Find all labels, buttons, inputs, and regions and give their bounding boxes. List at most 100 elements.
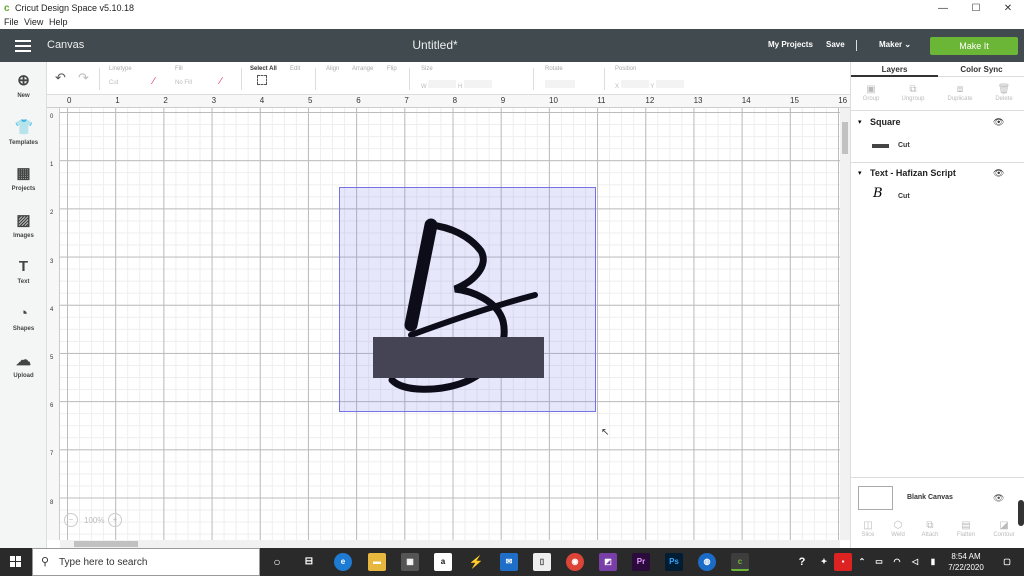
- ungroup-button[interactable]: ⧉ Ungroup: [898, 84, 928, 102]
- attach-button[interactable]: ⧉ Attach: [915, 520, 945, 538]
- menu-view[interactable]: View: [24, 17, 43, 27]
- mail-icon[interactable]: ✉: [500, 553, 518, 571]
- minimize-button[interactable]: —: [928, 1, 958, 16]
- sidebar-item-shapes[interactable]: ◔ Shapes: [0, 305, 47, 332]
- blank-canvas-label: Blank Canvas: [907, 494, 953, 501]
- vertical-scrollbar[interactable]: [840, 108, 850, 540]
- volume-icon[interactable]: ◁: [906, 553, 924, 571]
- sidebar-item-text[interactable]: T Text: [0, 258, 47, 285]
- hamburger-menu-icon[interactable]: [15, 40, 31, 52]
- plus-circle-icon: ⊕: [17, 72, 30, 89]
- weld-button[interactable]: ⬡ Weld: [883, 520, 913, 538]
- menu-file[interactable]: File: [4, 17, 19, 27]
- sidebar-item-new[interactable]: ⊕ New: [0, 72, 47, 99]
- rotate-control[interactable]: Rotate: [545, 66, 575, 90]
- size-control[interactable]: Size W H: [421, 66, 493, 90]
- group-button[interactable]: ▣ Group: [856, 84, 886, 102]
- edge-browser-icon[interactable]: e: [334, 553, 352, 571]
- title-bar: c Cricut Design Space v5.10.18 — ☐ ✕: [0, 0, 1024, 17]
- notification-icon[interactable]: ▢: [998, 553, 1016, 571]
- my-projects-link[interactable]: My Projects: [768, 40, 813, 49]
- maximize-button[interactable]: ☐: [961, 1, 991, 16]
- ruler-left-label: 7: [50, 451, 54, 458]
- help-icon[interactable]: ?: [793, 553, 811, 571]
- undo-icon[interactable]: ↶: [55, 70, 66, 86]
- sidebar-item-templates[interactable]: 👕 Templates: [0, 119, 47, 146]
- duplicate-button[interactable]: ⧈ Duplicate: [945, 84, 975, 102]
- layer-group-square[interactable]: Square: [870, 117, 901, 127]
- ruler-top-label: 3: [211, 96, 217, 105]
- close-button[interactable]: ✕: [993, 1, 1023, 16]
- app-header: Canvas Untitled* My Projects Save Maker …: [0, 29, 1024, 62]
- redo-icon[interactable]: ↷: [78, 70, 89, 86]
- slice-icon: ◫: [863, 520, 873, 531]
- cortana-icon[interactable]: ○: [268, 553, 286, 571]
- tab-color-sync[interactable]: Color Sync: [938, 62, 1024, 77]
- ruler-left-label: 2: [50, 210, 54, 217]
- zoom-in-button[interactable]: +: [108, 513, 122, 527]
- globe-app-icon[interactable]: ◍: [698, 553, 716, 571]
- letter-b-thumbnail: B: [873, 186, 883, 201]
- battery-icon[interactable]: ▮: [924, 553, 942, 571]
- sidebar-item-projects[interactable]: ▦ Projects: [0, 165, 47, 192]
- layer-group-text[interactable]: Text - Hafizan Script: [870, 168, 956, 178]
- caret-down-icon[interactable]: ▾: [858, 118, 862, 126]
- file-explorer-icon[interactable]: ▬: [368, 553, 386, 571]
- tray-app-icon[interactable]: ✦: [815, 553, 833, 571]
- caret-down-icon[interactable]: ▾: [858, 169, 862, 177]
- menu-help[interactable]: Help: [49, 17, 68, 27]
- linetype-control[interactable]: Linetype Cut: [109, 66, 132, 86]
- flatten-button[interactable]: ▤ Flatten: [951, 520, 981, 538]
- windows-start-button[interactable]: [0, 548, 32, 576]
- flip-button[interactable]: Flip: [387, 66, 397, 72]
- tray-shield-icon[interactable]: ▪: [834, 553, 852, 571]
- save-button[interactable]: Save: [826, 40, 845, 49]
- zoom-out-button[interactable]: −: [64, 513, 78, 527]
- layer-text-operation[interactable]: Cut: [898, 193, 910, 200]
- tab-layers[interactable]: Layers: [851, 62, 938, 77]
- position-control[interactable]: Position X Y: [615, 66, 684, 90]
- delete-button[interactable]: 🗑 Delete: [989, 84, 1019, 102]
- sidebar-item-images[interactable]: ▨ Images: [0, 212, 47, 239]
- select-all-button[interactable]: Select All: [250, 66, 277, 85]
- cricut-taskbar-icon[interactable]: c: [731, 553, 749, 571]
- arrange-button[interactable]: Arrange: [352, 66, 373, 72]
- make-it-button[interactable]: Make It: [930, 37, 1018, 55]
- task-view-icon[interactable]: ⊟: [300, 553, 318, 571]
- letter-b-script-shape[interactable]: [339, 187, 596, 412]
- ruler-left-label: 4: [50, 306, 54, 313]
- eye-icon[interactable]: 👁: [993, 168, 1004, 179]
- fill-color-icon[interactable]: ∕: [220, 76, 222, 87]
- system-clock[interactable]: 8:54 AM 7/22/2020: [944, 551, 988, 573]
- chrome-icon[interactable]: ◉: [566, 553, 584, 571]
- section-label: Canvas: [47, 39, 85, 51]
- slice-button[interactable]: ◫ Slice: [853, 520, 883, 538]
- horizontal-scrollbar[interactable]: [60, 540, 840, 548]
- taskbar-search-box[interactable]: ⚲ Type here to search: [32, 548, 260, 576]
- photos-icon[interactable]: ◩: [599, 553, 617, 571]
- eye-hidden-icon[interactable]: 👁: [993, 493, 1004, 504]
- bolt-app-icon[interactable]: ⚡: [467, 553, 485, 571]
- shapes-icon: ◔: [18, 305, 29, 322]
- premiere-icon[interactable]: Pr: [632, 553, 650, 571]
- design-canvas[interactable]: ↖: [60, 108, 840, 540]
- contour-button[interactable]: ◪ Contour: [989, 520, 1019, 538]
- edit-button[interactable]: Edit: [290, 66, 300, 72]
- chevron-up-icon[interactable]: ⌃: [853, 553, 871, 571]
- photoshop-icon[interactable]: Ps: [665, 553, 683, 571]
- eye-icon[interactable]: 👁: [993, 117, 1004, 128]
- document-icon[interactable]: ▯: [533, 553, 551, 571]
- amazon-icon[interactable]: a: [434, 553, 452, 571]
- sidebar-item-upload[interactable]: ☁ Upload: [0, 352, 47, 379]
- linetype-color-icon[interactable]: ∕: [153, 76, 155, 87]
- ruler-top-label: 0: [67, 96, 72, 105]
- fill-control[interactable]: Fill No Fill: [175, 66, 192, 86]
- network-icon[interactable]: ▭: [870, 553, 888, 571]
- square-shape[interactable]: [373, 337, 544, 378]
- align-button[interactable]: Align: [326, 66, 339, 72]
- machine-select[interactable]: Maker ⌄: [879, 40, 911, 49]
- wifi-icon[interactable]: ◠: [888, 553, 906, 571]
- store-icon[interactable]: ▦: [401, 553, 419, 571]
- layer-square-operation[interactable]: Cut: [898, 142, 910, 149]
- blank-canvas-swatch[interactable]: [858, 486, 893, 510]
